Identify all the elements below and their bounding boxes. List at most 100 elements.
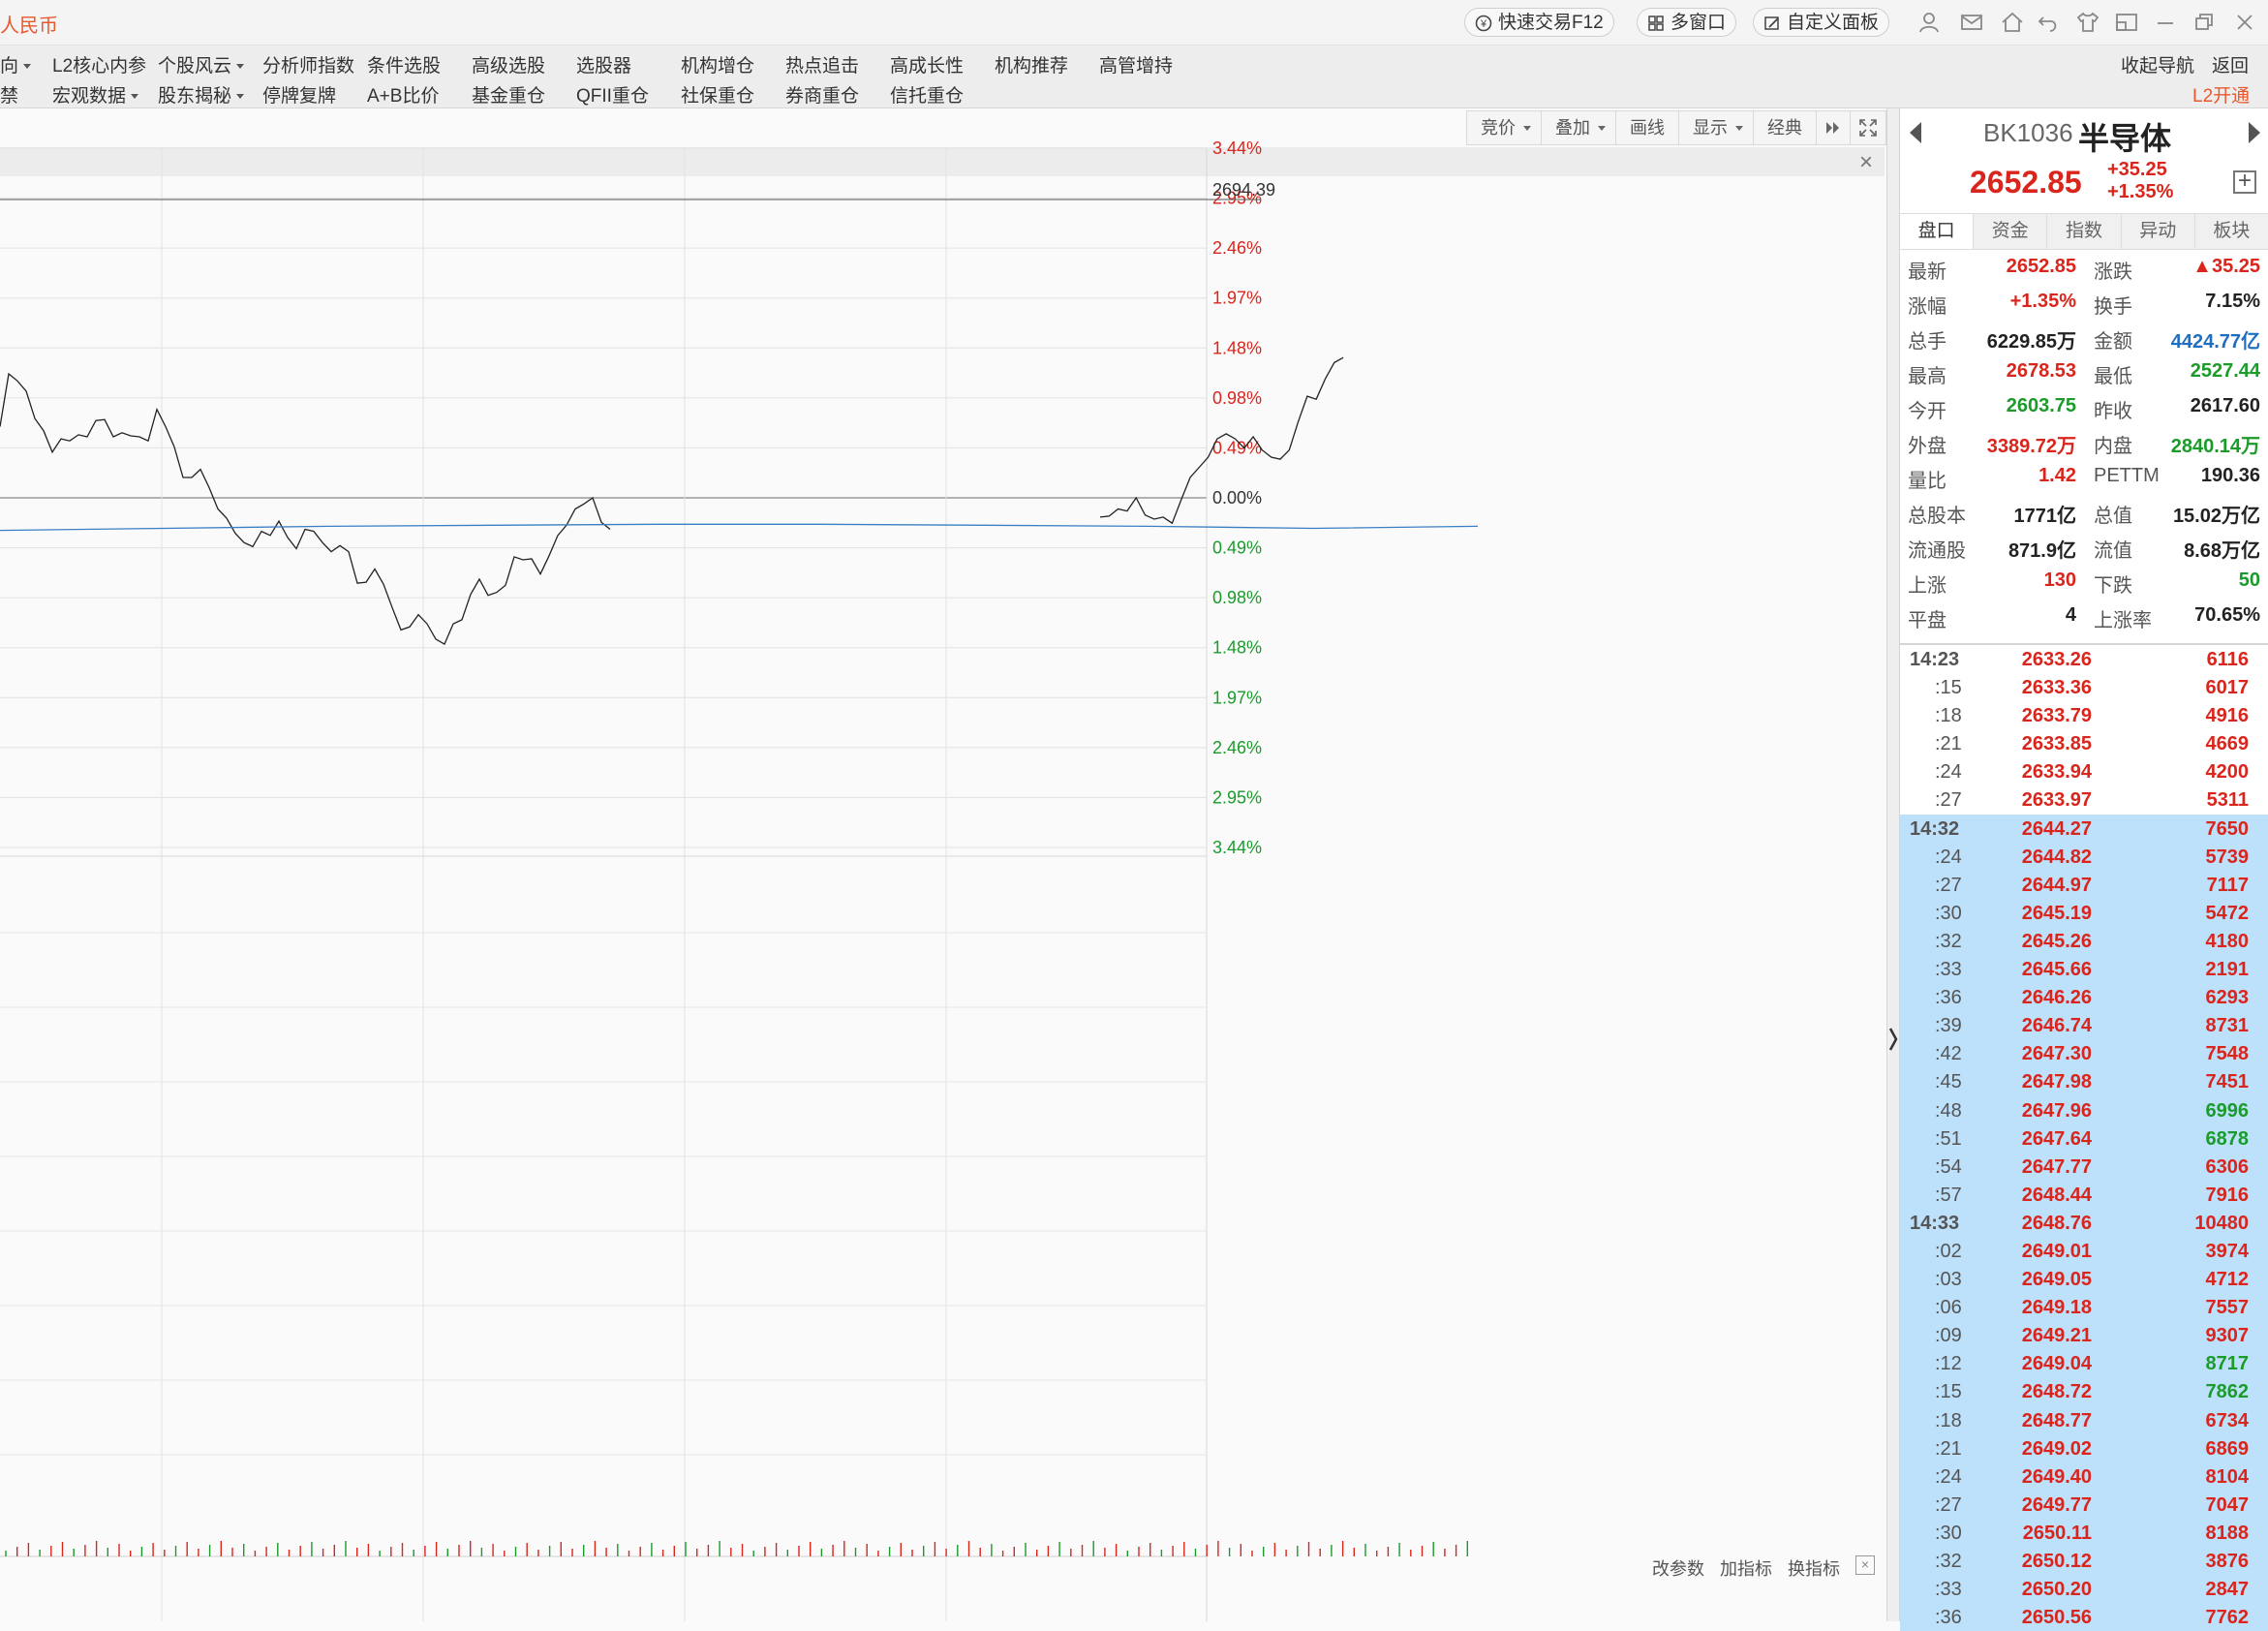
pct-tick-label: 1.97% <box>1212 688 1262 707</box>
tick-time: :48 <box>1935 1099 1962 1122</box>
menu-l2-core[interactable]: L2核心内参 <box>52 51 146 77</box>
tick-time: :18 <box>1935 705 1962 727</box>
mail-icon[interactable] <box>1958 10 1985 35</box>
edit-params-button[interactable]: 改参数 <box>1652 1555 1704 1581</box>
tick-row: :57 2648.44 7916 <box>1900 1180 2268 1209</box>
menu-institution-add[interactable]: 机构增仓 <box>681 51 754 77</box>
tab-anomaly[interactable]: 异动 <box>2122 214 2195 249</box>
quick-trade-button[interactable]: ¥ 快速交易F12 <box>1464 8 1614 37</box>
custom-panel-button[interactable]: 自定义面板 <box>1753 8 1890 37</box>
pct-tick-label: 2.46% <box>1212 738 1262 757</box>
indicator-close-icon[interactable]: × <box>1855 1555 1875 1575</box>
tick-price: 2645.66 <box>2021 959 2092 981</box>
menu-qfii-heavy[interactable]: QFII重仓 <box>576 81 649 108</box>
change-indicator-button[interactable]: 换指标 <box>1788 1555 1840 1581</box>
tab-order-book[interactable]: 盘口 <box>1900 214 1975 249</box>
price-chart-svg: 3.44% 2.95% 2.46% 1.97% 1.48% 0.98% 0.49% 0.00%… <box>0 138 1479 1621</box>
tick-row: :30 2650.11 8188 <box>1900 1518 2268 1547</box>
tick-volume: 2847 <box>2205 1579 2250 1601</box>
tab-sector[interactable]: 板块 <box>2195 214 2268 249</box>
pct-tick-label: 0.49% <box>1212 539 1262 558</box>
tick-volume: 7451 <box>2205 1071 2250 1093</box>
tick-volume: 4180 <box>2205 930 2250 952</box>
menu-broker-heavy[interactable]: 券商重仓 <box>785 81 859 108</box>
menu-stock-wind[interactable]: 个股风云 <box>158 51 244 77</box>
menu-institution-recommend[interactable]: 机构推荐 <box>995 51 1068 77</box>
tick-volume: 4669 <box>2205 733 2250 755</box>
tick-time: :45 <box>1935 1071 1962 1093</box>
tick-time: :21 <box>1935 733 1962 755</box>
menu-high-growth[interactable]: 高成长性 <box>890 51 964 77</box>
tick-price: 2633.85 <box>2021 733 2092 755</box>
tick-volume: 6996 <box>2205 1099 2250 1122</box>
tick-time: :24 <box>1935 1465 1962 1488</box>
stat-value: 6229.85万 <box>1986 331 2076 353</box>
tick-price: 2646.26 <box>2021 987 2092 1009</box>
tick-time: :15 <box>1935 677 1962 699</box>
menu-condition-select[interactable]: 条件选股 <box>367 51 441 77</box>
menu-holder-reveal[interactable]: 股东揭秘 <box>158 81 244 108</box>
l2-open-link[interactable]: L2开通 <box>2192 81 2250 108</box>
tick-volume: 3974 <box>2205 1240 2250 1262</box>
tick-price: 2633.94 <box>2021 761 2092 784</box>
tick-row: :36 2646.26 6293 <box>1900 983 2268 1012</box>
menu-analyst-index[interactable]: 分析师指数 <box>262 51 354 77</box>
tick-price: 2649.40 <box>2021 1465 2092 1488</box>
menu-fund-heavy[interactable]: 基金重仓 <box>472 81 545 108</box>
next-stock-icon[interactable] <box>2249 122 2260 143</box>
tick-volume: 7862 <box>2205 1381 2250 1403</box>
user-icon[interactable] <box>1916 10 1943 35</box>
minimize-icon[interactable] <box>2152 10 2179 35</box>
menu-hot-chase[interactable]: 热点追击 <box>785 51 859 77</box>
undo-icon[interactable] <box>2036 10 2063 35</box>
pct-tick-label: 1.97% <box>1212 289 1262 308</box>
tick-volume: 8717 <box>2205 1353 2250 1375</box>
stat-row: 最高 2678.53 最低 2527.44 <box>1900 354 2268 389</box>
layout-icon[interactable] <box>2113 10 2140 35</box>
stat-label: 涨跌 <box>2094 262 2132 283</box>
collapse-nav-link[interactable]: 收起导航 <box>2121 51 2194 77</box>
menu-social-heavy[interactable]: 社保重仓 <box>681 81 754 108</box>
tick-time: :12 <box>1935 1353 1962 1375</box>
tick-time: :39 <box>1935 1015 1962 1037</box>
stat-label: 量比 <box>1908 471 1946 492</box>
tick-volume: 7650 <box>2205 817 2250 840</box>
menu-ab-compare[interactable]: A+B比价 <box>367 81 439 108</box>
tick-time: :36 <box>1935 987 1962 1009</box>
tick-row: :15 2648.72 7862 <box>1900 1377 2268 1406</box>
stat-label: PETTM <box>2094 465 2160 486</box>
add-indicator-button[interactable]: 加指标 <box>1720 1555 1772 1581</box>
menu-suspend-resume[interactable]: 停牌复牌 <box>262 81 336 108</box>
menu-stock-picker[interactable]: 选股器 <box>576 51 631 77</box>
menu-advanced-select[interactable]: 高级选股 <box>472 51 545 77</box>
stat-label: 总股本 <box>1908 506 1966 527</box>
menu-direction[interactable]: 向 <box>0 51 31 77</box>
intraday-chart-area: 竞价 叠加 画线 显示 经典 × 3.44% 2.95% 2.46% 1.97% 1.4… <box>0 108 1886 1621</box>
add-watchlist-icon[interactable]: + <box>2233 169 2256 194</box>
panel-splitter[interactable] <box>1886 108 1900 1621</box>
close-icon[interactable] <box>2231 10 2258 35</box>
tick-volume: 8104 <box>2205 1465 2250 1488</box>
pct-tick-label: 0.98% <box>1212 588 1262 607</box>
multi-window-button[interactable]: 多窗口 <box>1637 8 1737 37</box>
menu-trust-heavy[interactable]: 信托重仓 <box>890 81 964 108</box>
back-link[interactable]: 返回 <box>2212 51 2249 77</box>
prev-stock-icon[interactable] <box>1910 122 1921 143</box>
tab-funds[interactable]: 资金 <box>1974 214 2048 249</box>
menu-macro-data[interactable]: 宏观数据 <box>52 81 138 108</box>
restore-icon[interactable] <box>2191 10 2218 35</box>
stat-row: 流通股 871.9亿 流值 8.68万亿 <box>1900 529 2268 564</box>
stat-label: 上涨率 <box>2094 610 2152 631</box>
home-icon[interactable] <box>1999 10 2026 35</box>
tick-volume: 3876 <box>2205 1551 2250 1572</box>
tab-index[interactable]: 指数 <box>2047 214 2122 249</box>
stat-label: 下跌 <box>2094 575 2132 597</box>
tick-volume: 4712 <box>2205 1269 2250 1291</box>
skin-icon[interactable] <box>2074 10 2101 35</box>
menu-executive-add[interactable]: 高管增持 <box>1099 51 1173 77</box>
tick-row: 14:23 2633.26 6116 <box>1900 645 2268 673</box>
tick-price: 2650.11 <box>2022 1522 2092 1544</box>
collapse-arrow-icon[interactable] <box>1887 1025 1899 1054</box>
menu-ban[interactable]: 禁 <box>0 81 18 108</box>
tick-volume: 8188 <box>2205 1522 2250 1544</box>
